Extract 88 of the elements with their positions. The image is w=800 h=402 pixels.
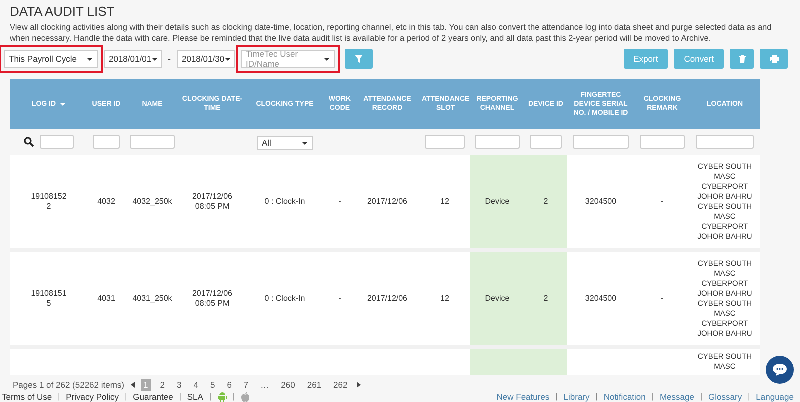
separator: |	[748, 392, 750, 402]
separator: |	[125, 392, 128, 402]
filter-input[interactable]	[425, 134, 465, 149]
separator: |	[700, 392, 703, 402]
table-cell: -	[338, 294, 342, 304]
separator: |	[556, 392, 558, 402]
page-link[interactable]: 260	[278, 379, 298, 391]
previous-arrow-icon[interactable]	[130, 382, 135, 388]
filter-button[interactable]	[345, 49, 373, 69]
filter-input[interactable]	[530, 134, 562, 149]
footer-link[interactable]: SLA	[187, 392, 204, 402]
next-arrow-icon[interactable]	[356, 382, 361, 388]
table-cell: 2017/12/06	[367, 196, 408, 206]
print-icon	[770, 55, 778, 63]
convert-button[interactable]: Convert	[674, 49, 724, 69]
separator: |	[209, 392, 212, 402]
filter-input[interactable]	[696, 134, 754, 149]
search-icon[interactable]	[24, 136, 34, 147]
dropdown[interactable]: This Payroll Cycle	[4, 50, 98, 68]
table-cell: Device	[485, 196, 510, 206]
table-cell: Device	[485, 294, 510, 304]
export-button[interactable]: Export	[624, 49, 668, 69]
page-link[interactable]: 262	[330, 379, 351, 391]
android-icon[interactable]	[218, 392, 227, 402]
apple-icon[interactable]	[240, 392, 250, 402]
table-cell: 191081515	[30, 288, 68, 308]
table-cell: 12	[440, 196, 450, 206]
trash-icon	[738, 55, 746, 63]
chat-icon	[773, 364, 787, 376]
table-cell: 4031_250k	[132, 294, 172, 304]
footer-link[interactable]: Glossary	[708, 392, 742, 402]
filter-input[interactable]	[130, 134, 175, 149]
table-cell: 4032_250k	[132, 196, 172, 206]
page-link[interactable]: …	[258, 379, 272, 391]
table-cell: 2	[544, 196, 548, 206]
filter-input[interactable]	[40, 134, 74, 149]
table-cell-text: 2017/12/06 08:05 PM	[191, 288, 234, 308]
footer-link[interactable]: Privacy Policy	[66, 392, 120, 402]
table-cell: 191081522	[30, 192, 68, 212]
table-cell: 0 : Clock-In	[264, 196, 306, 206]
separator: |	[58, 392, 60, 402]
filter-input[interactable]	[475, 134, 520, 149]
table-cell: -	[661, 294, 664, 304]
footer-link[interactable]: Notification	[604, 392, 646, 402]
table-cell-text: 2017/12/06 08:05 PM	[191, 192, 234, 212]
table-cell: -	[661, 196, 664, 206]
page-link[interactable]: 5	[207, 379, 218, 391]
table-cell: 4031	[98, 294, 116, 304]
filter-dropdown[interactable]: All	[257, 136, 313, 150]
page-link[interactable]: 7	[240, 379, 252, 391]
page-link[interactable]: 4	[190, 379, 202, 391]
table-cell: -	[338, 196, 342, 206]
dropdown[interactable]: TimeTec User ID/Name	[241, 50, 335, 68]
delete-button[interactable]	[730, 49, 754, 69]
separator: |	[652, 392, 654, 402]
filter-input[interactable]	[92, 134, 120, 149]
page-link[interactable]: 2	[157, 379, 168, 391]
table-cell: 4032	[98, 196, 116, 206]
separator: |	[232, 392, 235, 402]
separator: |	[179, 392, 182, 402]
footer-link[interactable]: New Features	[496, 392, 550, 402]
chat-button[interactable]	[766, 356, 794, 384]
page-link[interactable]: 261	[304, 379, 325, 391]
footer-link[interactable]: Library	[564, 392, 590, 402]
page-description: View all clocking activities along with their details such as clocking date-time, location, reporting channel, etc in this tab. You can also convert the attendance log into data sheet and purge selected data as and when necessary. Handle the data with care. Please be reminded that the live data audit list is available for a period of 2 years only, and all data past this 2-year period will be moved to Archive.	[10, 22, 773, 44]
table-cell: 3204500	[585, 196, 617, 206]
table-cell: 3204500	[585, 294, 617, 304]
table-cell: 12	[440, 294, 450, 304]
filter-input[interactable]	[573, 134, 629, 149]
footer-link[interactable]: Terms of Use	[2, 392, 52, 402]
dropdown[interactable]: 2018/01/01	[104, 50, 162, 68]
table-cell: 2	[544, 294, 548, 304]
page-summary: Pages 1 of 262 (52262 items)	[13, 380, 125, 390]
footer-link[interactable]: Guarantee	[133, 392, 174, 402]
table-cell: 2017/12/06	[367, 294, 408, 304]
separator: |	[596, 392, 598, 402]
page-title: DATA AUDIT LIST	[10, 4, 116, 19]
footer-link[interactable]: Message	[660, 392, 694, 402]
dropdown[interactable]: 2018/01/30	[177, 50, 235, 68]
footer-link[interactable]: Language	[756, 392, 794, 402]
page-link[interactable]: 1	[140, 379, 152, 391]
page-link[interactable]: 3	[174, 379, 185, 391]
range-separator: -	[168, 54, 171, 64]
table-cell: 0 : Clock-In	[264, 294, 306, 304]
filter-input[interactable]	[640, 134, 685, 149]
page-link[interactable]: 6	[224, 379, 235, 391]
filter-icon	[355, 55, 363, 63]
print-button[interactable]	[760, 49, 788, 69]
